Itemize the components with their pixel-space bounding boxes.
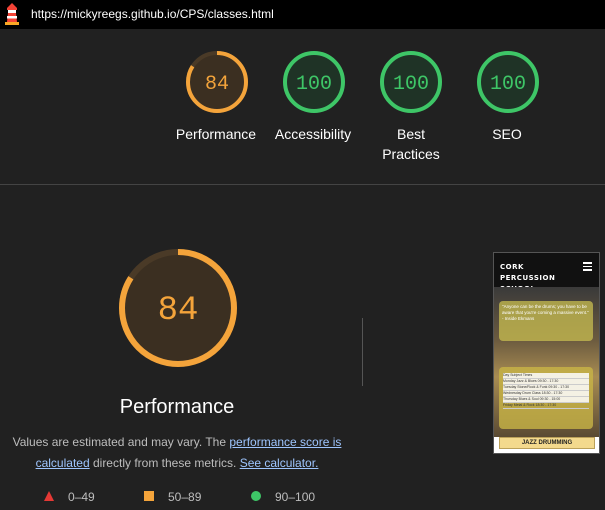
gauge-label-seo: SEO — [492, 126, 522, 142]
gauge-ring: 100 — [283, 51, 345, 113]
gauge-label-accessibility: Accessibility — [274, 126, 352, 142]
gauge-seo[interactable]: 100 — [475, 49, 541, 115]
gauge-label-best-practices: Best Practices — [382, 126, 440, 162]
performance-score: 84 — [158, 292, 199, 330]
hamburger-menu-icon — [583, 262, 592, 271]
gauge-ring: 100 — [477, 51, 539, 113]
gauge-label-performance: Performance — [175, 126, 257, 142]
gauge-score: 100 — [393, 73, 429, 96]
gauge-score: 100 — [296, 73, 332, 96]
circle-icon — [251, 491, 261, 501]
gauge-accessibility[interactable]: 100 — [281, 49, 347, 115]
legend-range: 90–100 — [275, 490, 316, 504]
thumbnail-hero-image: "Anyone can be the drums; you have to be… — [494, 287, 599, 437]
performance-gauge-large: 84 — [119, 249, 237, 367]
triangle-icon — [44, 491, 54, 501]
vertical-separator — [362, 318, 363, 386]
section-divider — [0, 184, 605, 185]
desc-text-middle: directly from these metrics. — [89, 456, 240, 470]
legend-range: 50–89 — [168, 490, 202, 504]
gauge-performance[interactable]: 84 — [184, 49, 250, 115]
page-screenshot-thumbnail[interactable]: CORK PERCUSSION SCHOOL "Anyone can be th… — [493, 252, 600, 454]
gauge-best-practices[interactable]: 100 — [378, 49, 444, 115]
thumbnail-caption: JAZZ DRUMMING — [499, 437, 595, 449]
lighthouse-icon — [5, 3, 19, 25]
gauge-score: 84 — [205, 73, 229, 96]
table-row: Friday Metal & Rock 18:30 - 17:30 — [503, 403, 589, 409]
thumbnail-quote: "Anyone can be the drums; you have to be… — [499, 301, 593, 341]
desc-text-prefix: Values are estimated and may vary. The — [12, 435, 230, 449]
browser-top-bar: https://mickyreegs.github.io/CPS/classes… — [0, 0, 605, 29]
performance-description: Values are estimated and may vary. The p… — [10, 432, 344, 474]
thumbnail-header: CORK PERCUSSION SCHOOL — [494, 253, 599, 293]
gauge-ring: 100 — [380, 51, 442, 113]
legend-range: 0–49 — [68, 490, 95, 504]
gauge-ring: 84 — [186, 51, 248, 113]
gauge-score: 100 — [490, 73, 526, 96]
square-icon — [144, 491, 154, 501]
timetable-body: Day Subject Times Monday Jazz & Blues 09… — [503, 373, 589, 409]
thumbnail-timetable: Day Subject Times Monday Jazz & Blues 09… — [499, 367, 593, 429]
calculator-link[interactable]: See calculator. — [240, 456, 319, 470]
page-url[interactable]: https://mickyreegs.github.io/CPS/classes… — [31, 7, 274, 21]
performance-title: Performance — [119, 396, 235, 418]
